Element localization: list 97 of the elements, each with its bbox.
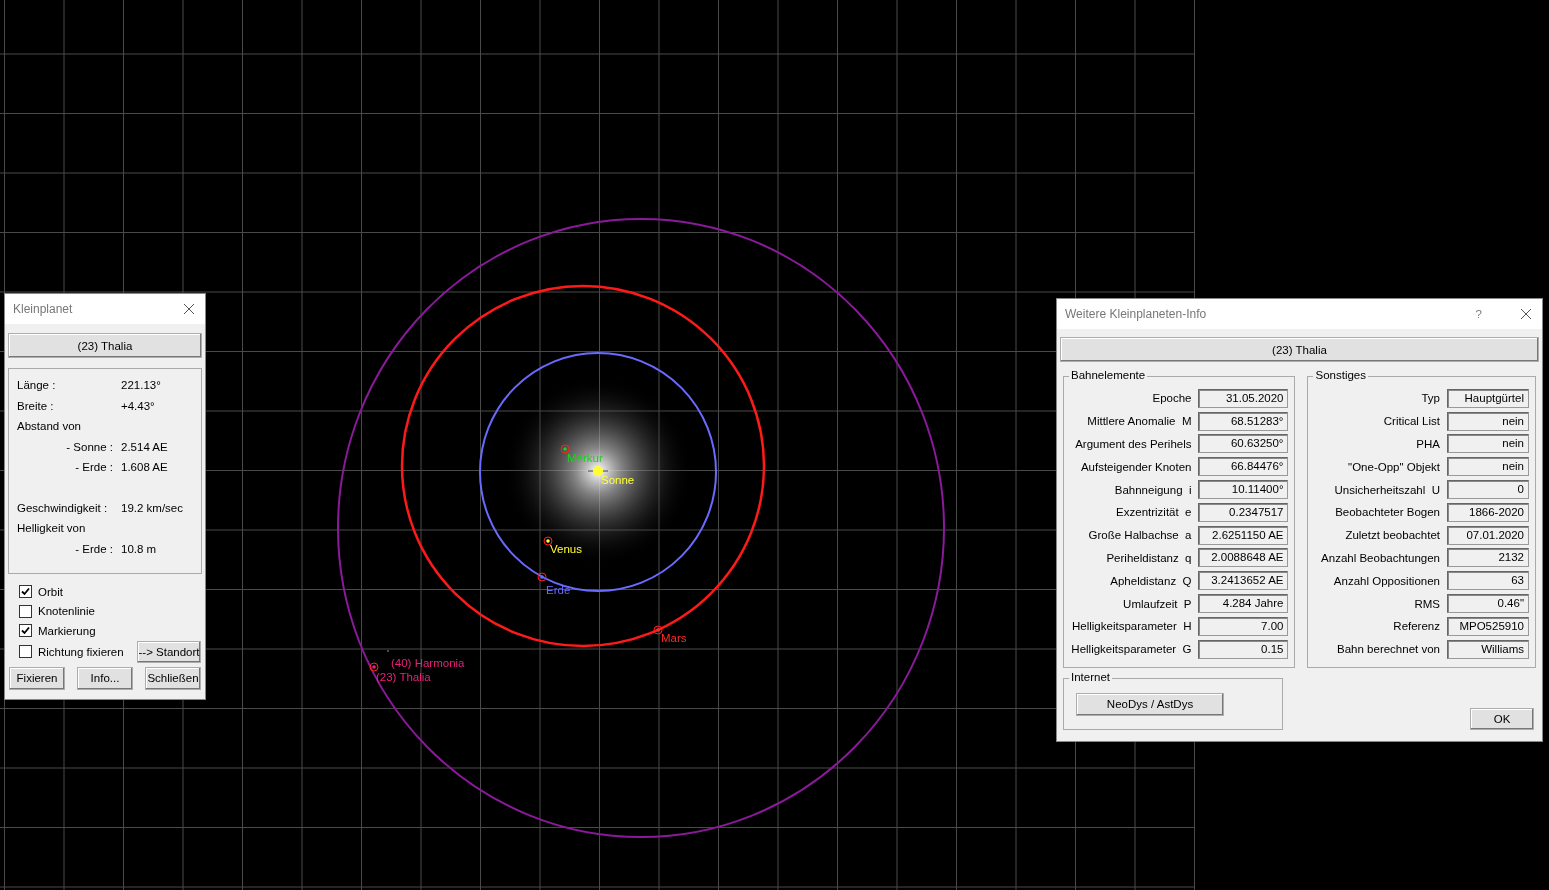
- object-name-button[interactable]: (23) Thalia: [8, 333, 202, 358]
- value-field: 4.284 Jahre: [1198, 594, 1289, 614]
- planet-marker: [560, 444, 570, 454]
- planet-marker: [653, 625, 663, 635]
- planet-label: Sonne: [601, 474, 635, 486]
- value-field: 68.51283°: [1198, 411, 1289, 431]
- field-label: Argument des Perihels: [1075, 438, 1192, 450]
- field-value: 2.514 AE: [121, 440, 168, 453]
- field-label: Breite :: [17, 399, 55, 412]
- checkbox-option[interactable]: Markierung: [19, 621, 205, 641]
- field-label: - Erde :: [74, 461, 114, 474]
- value-field: 0.2347517: [1198, 502, 1289, 522]
- planet-label: (23) Thalia: [376, 671, 431, 683]
- checkbox-option[interactable]: Knotenlinie: [19, 601, 205, 621]
- value-field: MPO525910: [1447, 616, 1529, 636]
- dialog-button[interactable]: Fixieren: [9, 666, 65, 690]
- checkmark-icon: [21, 626, 30, 636]
- close-icon[interactable]: [1520, 308, 1532, 320]
- field-label: PHA: [1416, 438, 1440, 450]
- planet-label: Merkur: [567, 452, 603, 464]
- checkbox-option[interactable]: Richtung fixieren: [19, 641, 124, 662]
- field-label: Geschwindigkeit :: [17, 501, 109, 514]
- value-field: 3.2413652 AE: [1198, 571, 1289, 591]
- field-label: Aufsteigender Knoten: [1080, 460, 1192, 473]
- sun-marker: [587, 466, 609, 476]
- field-label: "One-Opp" Objekt: [1348, 460, 1440, 473]
- field-label: Referenz: [1393, 620, 1440, 633]
- object-name-button[interactable]: (23) Thalia: [1060, 337, 1539, 362]
- field-label: Critical List: [1383, 415, 1440, 428]
- field-label: - Sonne :: [65, 440, 114, 453]
- value-field: 63: [1447, 571, 1529, 591]
- value-field: nein: [1447, 434, 1529, 454]
- planet-label: Mars: [661, 632, 687, 644]
- value-field: nein: [1447, 457, 1529, 477]
- planet-marker: [537, 572, 547, 582]
- field-label: Unsicherheitszahl U: [1334, 483, 1440, 496]
- window-title: Kleinplanet: [13, 302, 74, 316]
- checkmark-icon: [21, 587, 30, 597]
- field-value: 19.2 km/sec: [121, 501, 183, 514]
- value-field: 31.05.2020: [1198, 388, 1289, 408]
- value-field: nein: [1447, 411, 1529, 431]
- value-field: 07.01.2020: [1447, 525, 1529, 545]
- link-button[interactable]: NeoDys / AstDys: [1076, 692, 1224, 716]
- value-field: 0.15: [1198, 639, 1289, 659]
- field-label: Zuletzt beobachtet: [1345, 529, 1440, 542]
- dialog-button[interactable]: Info...: [77, 666, 133, 690]
- ok-button[interactable]: OK: [1470, 707, 1534, 730]
- field-label: Epoche: [1152, 392, 1192, 405]
- section-label: Abstand von: [17, 419, 82, 435]
- value-field: 0: [1447, 480, 1529, 500]
- value-field: 10.11400°: [1198, 480, 1289, 500]
- field-label: Bahn berechnet von: [1337, 643, 1440, 656]
- close-icon[interactable]: [183, 303, 195, 315]
- field-label: Bahnneigung i: [1114, 483, 1192, 496]
- group-title: Bahnelemente: [1069, 369, 1148, 381]
- section-label: Helligkeit von: [17, 521, 87, 537]
- value-field: 1866-2020: [1447, 502, 1529, 522]
- value-field: 2132: [1447, 548, 1529, 568]
- field-value: 221.13°: [121, 379, 161, 392]
- value-field: 60.63250°: [1198, 434, 1289, 454]
- value-field: Williams: [1447, 639, 1529, 659]
- field-value: +4.43°: [121, 399, 155, 412]
- group-title: Sonstiges: [1313, 369, 1368, 381]
- field-value: 10.8 m: [121, 542, 157, 555]
- planet-label: Erde: [546, 584, 571, 596]
- field-label: Beobachteter Bogen: [1335, 506, 1440, 519]
- value-field: 0.46": [1447, 594, 1529, 614]
- field-label: Helligkeitsparameter G: [1071, 643, 1192, 656]
- field-label: Typ: [1421, 392, 1440, 405]
- group-title: Internet: [1069, 670, 1112, 683]
- planet-marker: [543, 536, 553, 546]
- location-button[interactable]: --> Standort: [137, 640, 201, 663]
- checkbox-option[interactable]: Orbit: [19, 582, 205, 602]
- field-label: RMS: [1414, 597, 1440, 610]
- window-title: Weitere Kleinplaneten-Info: [1065, 307, 1208, 321]
- field-label: Anzahl Oppositionen: [1333, 574, 1440, 587]
- value-field: Hauptgürtel: [1447, 388, 1529, 408]
- field-label: Periheldistanz q: [1106, 551, 1192, 564]
- field-label: Exzentrizität e: [1116, 506, 1192, 519]
- value-field: 7.00: [1198, 616, 1289, 636]
- field-value: 1.608 AE: [121, 461, 168, 474]
- field-label: Umlaufzeit P: [1123, 597, 1192, 610]
- planet-label: Venus: [550, 543, 582, 555]
- dialog-button[interactable]: Schließen: [145, 666, 201, 690]
- planet-marker: [369, 662, 379, 672]
- field-label: - Erde :: [74, 542, 114, 555]
- value-field: 2.0088648 AE: [1198, 548, 1289, 568]
- help-button[interactable]: ?: [1475, 308, 1482, 320]
- value-field: 2.6251150 AE: [1198, 525, 1289, 545]
- planet-label: (40) Harmonia: [391, 657, 465, 669]
- field-label: Länge :: [17, 379, 57, 392]
- field-label: Mittlere Anomalie M: [1087, 415, 1192, 428]
- value-field: 66.84476°: [1198, 457, 1289, 477]
- field-label: Apheldistanz Q: [1110, 574, 1192, 587]
- field-label: Große Halbachse a: [1088, 529, 1192, 542]
- field-label: Helligkeitsparameter H: [1071, 620, 1192, 633]
- field-label: Anzahl Beobachtungen: [1321, 551, 1440, 564]
